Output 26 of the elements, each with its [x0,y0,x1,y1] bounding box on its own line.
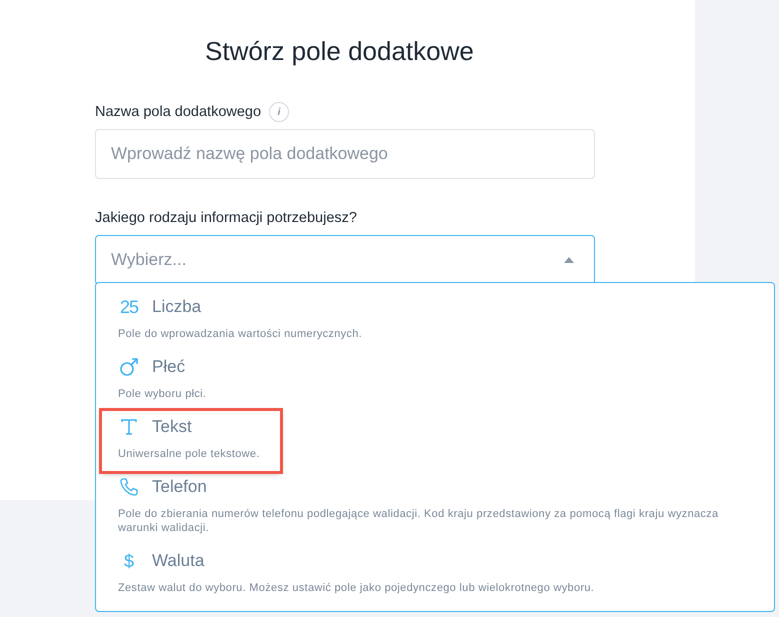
option-description: Pole wyboru płci. [118,387,206,401]
dropdown-option[interactable]: Telefon Pole do zbierania numerów telefonu podlegające walidacji. Kod kraju przedstawiony za pomocą flagi kraju wyznacza warunki walidacji. [102,471,742,545]
option-description: Zestaw walut do wyboru. Możesz ustawić pole jako pojedynczego lub wielokrotnego wyboru. [118,581,594,595]
caret-icon [564,257,574,263]
dropdown-option[interactable]: $ Waluta Zestaw walut do wyboru. Możesz ustawić pole jako pojedynczego lub wielokrotnego wyboru. [102,545,610,605]
option-label: Waluta [152,551,204,571]
field-label: Jakiego rodzaju informacji potrzebujesz? [95,210,357,226]
phone-icon [119,477,139,497]
male-sign-icon [119,357,139,377]
option-label: Tekst [152,417,192,437]
option-icon: $ [118,550,140,572]
dropdown-option[interactable]: Płeć Pole wyboru płci. [102,351,222,411]
option-label: Liczba [152,297,202,317]
text-icon [119,417,139,437]
info-icon[interactable]: i [269,102,290,122]
option-label: Telefon [152,477,207,497]
name-input-field[interactable]: Wprowadź nazwę pola dodatkowego [95,129,595,179]
field-label: Nazwa pola dodatkowego [95,104,262,120]
dropdown-option[interactable]: Tekst Uniwersalne pole tekstowe. [102,411,280,471]
option-description: Pole do zbierania numerów telefonu podlegające walidacji. Kod kraju przedstawiony za pomocą flagi kraju wyznacza warunki walidacji. [118,507,720,535]
option-description: Uniwersalne pole tekstowe. [118,447,260,461]
option-icon: 25 [118,296,140,318]
option-description: Pole do wprowadzania wartości numerycznych. [118,327,362,341]
dropdown-option[interactable]: 25 Liczba Pole do wprowadzania wartości numerycznych. [102,291,378,351]
page-title: Stwórz pole dodatkowe [205,36,475,67]
option-label: Płeć [152,357,186,377]
